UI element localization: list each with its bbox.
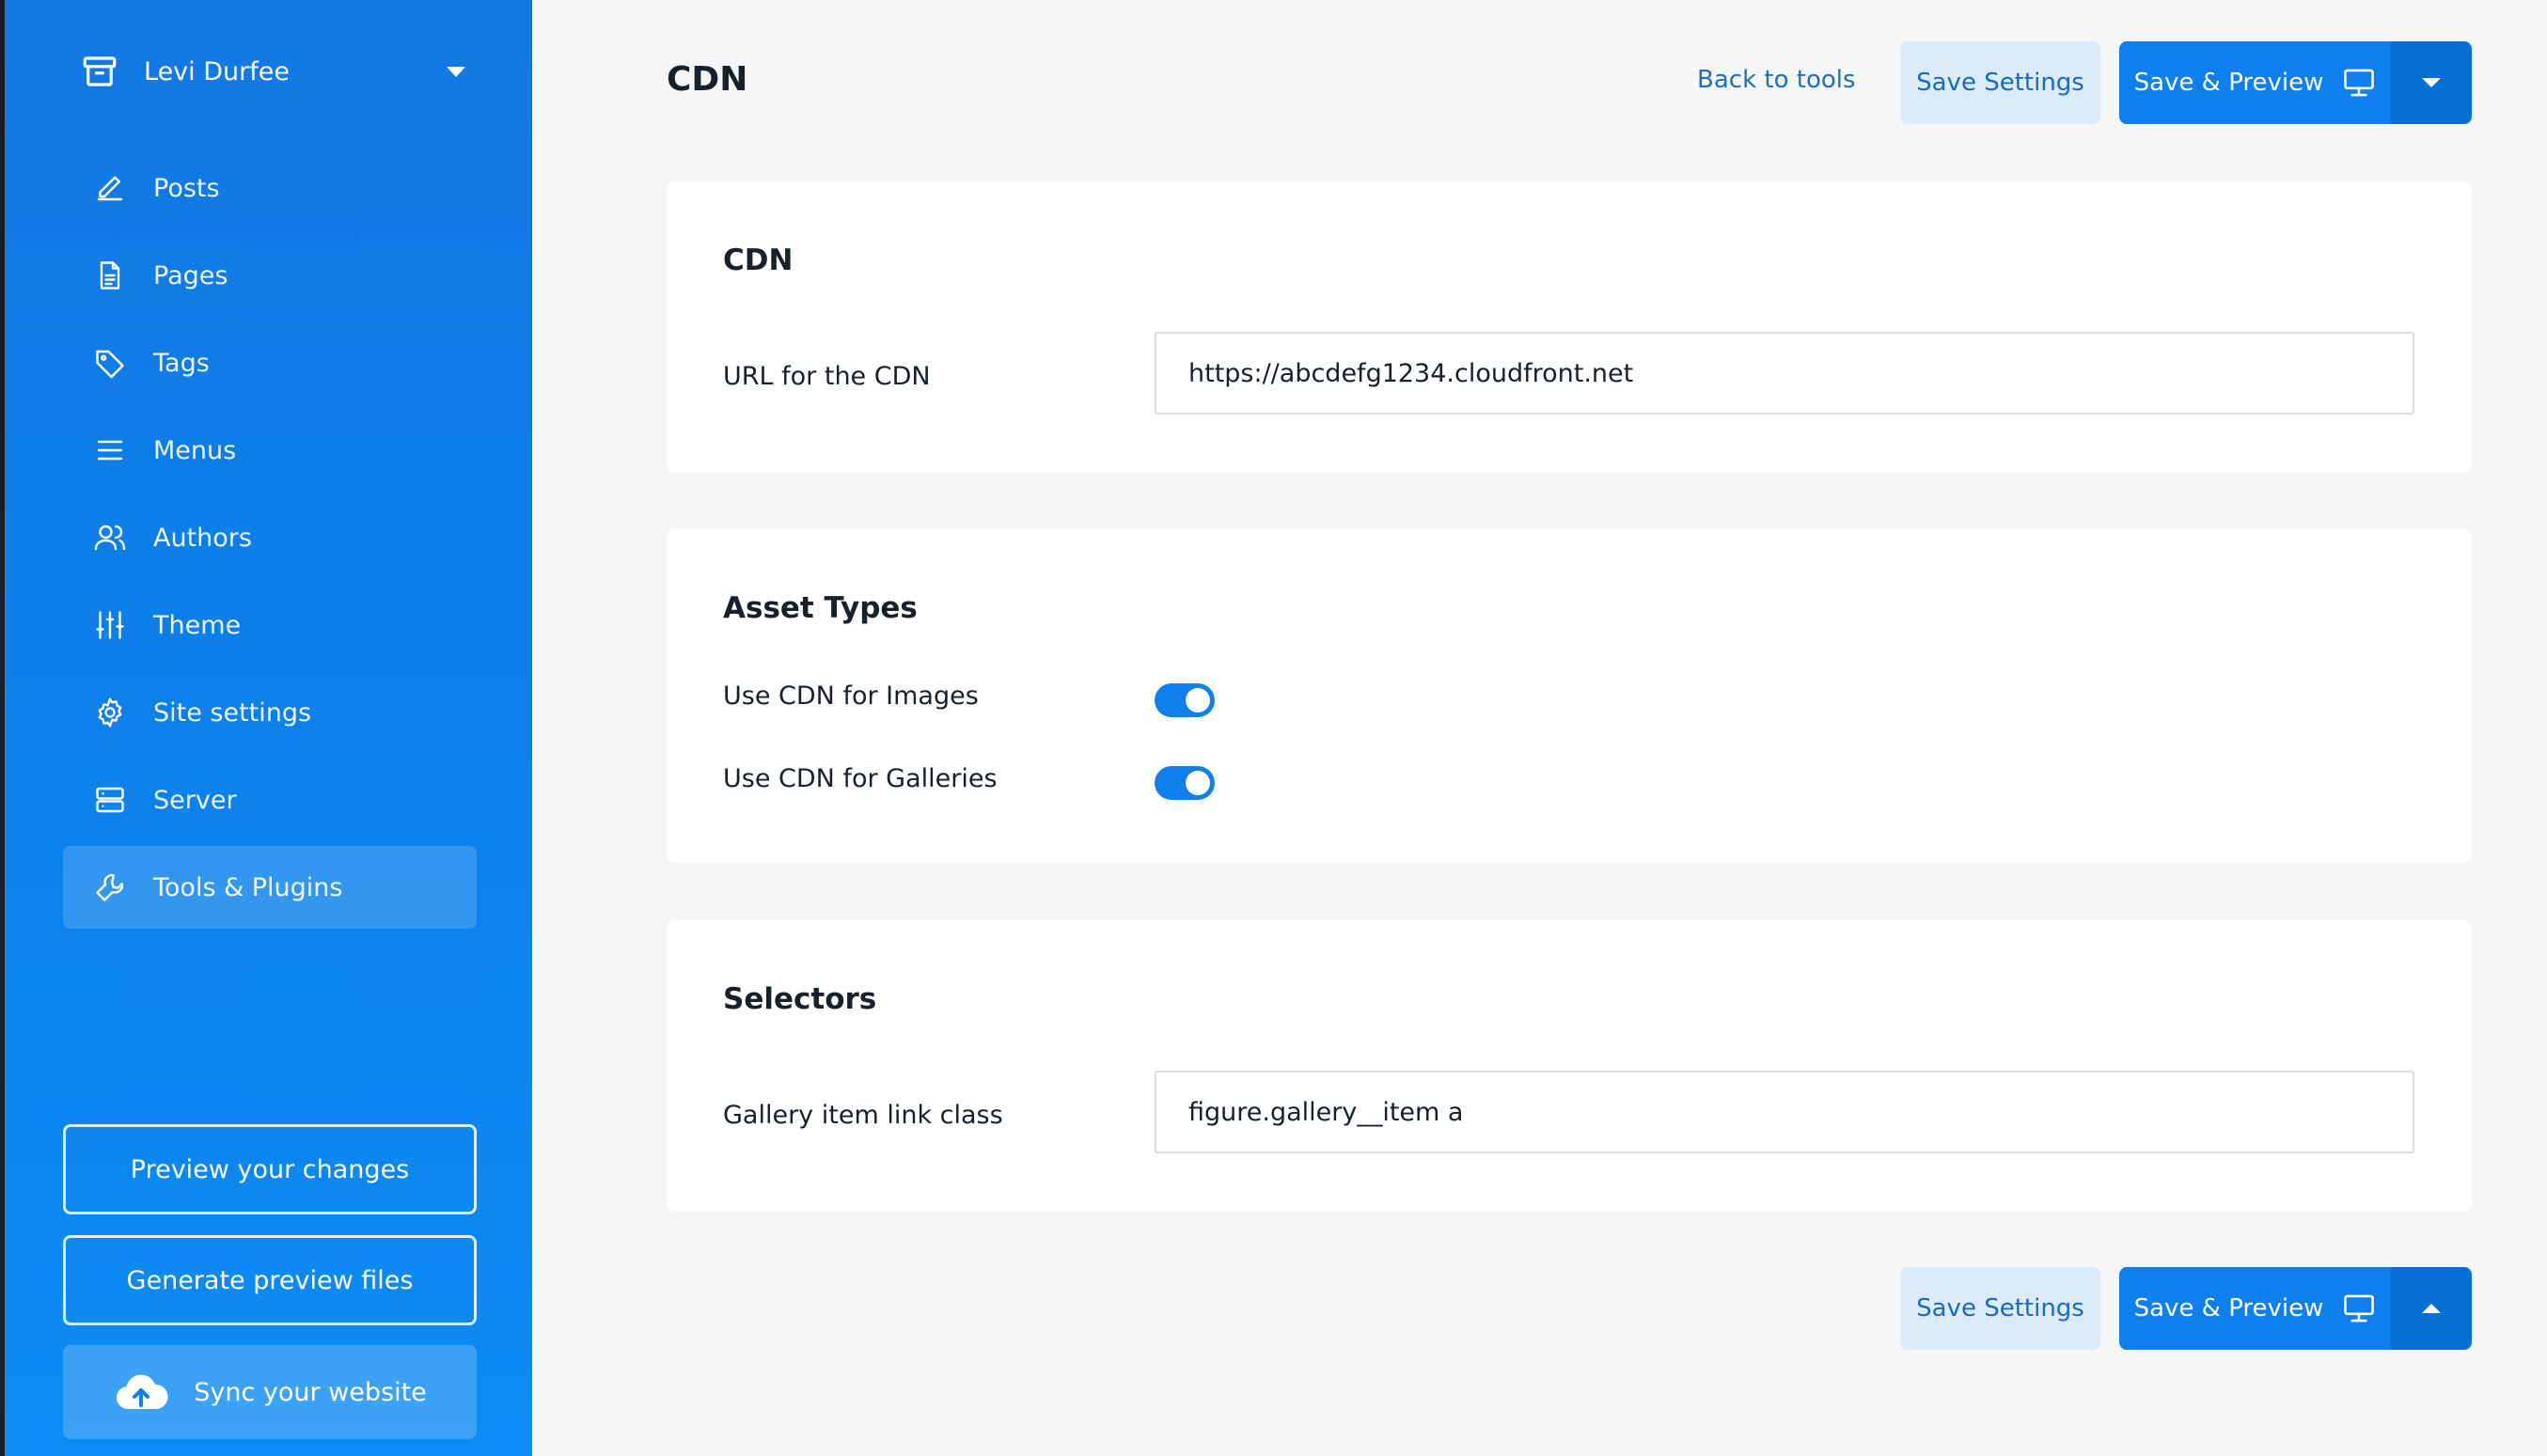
cloud-upload-icon [117, 1374, 168, 1410]
sidebar-item-label: Posts [153, 173, 220, 203]
sidebar-item-server[interactable]: Server [63, 759, 477, 841]
sidebar-item-theme[interactable]: Theme [63, 584, 477, 666]
sidebar-item-label: Pages [153, 260, 228, 290]
sidebar-nav: Posts Pages Tags Menus Authors Theme Sit… [63, 147, 477, 933]
gallery-link-class-input[interactable] [1155, 1071, 2414, 1153]
toggle-knob [1186, 771, 1210, 795]
sidebar: Levi Durfee Posts Pages Tags Menus Autho… [5, 0, 532, 1456]
cdn-url-input[interactable] [1155, 332, 2414, 415]
sidebar-item-tags[interactable]: Tags [63, 321, 477, 404]
save-settings-button[interactable]: Save Settings [1900, 41, 2100, 124]
toggle-knob [1186, 688, 1210, 712]
selectors-card: Selectors Gallery item link class [667, 920, 2472, 1212]
tag-icon [96, 350, 124, 379]
sidebar-item-label: Authors [153, 523, 252, 553]
cdn-url-label: URL for the CDN [723, 362, 931, 391]
footer-save-preview-dropdown-toggle[interactable] [2391, 1267, 2472, 1350]
save-preview-label: Save & Preview [2133, 69, 2324, 97]
footer-save-preview-split-button: Save & Preview [2119, 1267, 2472, 1350]
preview-changes-button[interactable]: Preview your changes [63, 1124, 477, 1214]
wrench-icon [96, 873, 124, 901]
sync-website-label: Sync your website [194, 1377, 427, 1407]
sidebar-item-label: Server [153, 785, 237, 815]
save-preview-button[interactable]: Save & Preview [2119, 41, 2391, 124]
footer-save-preview-button[interactable]: Save & Preview [2119, 1267, 2391, 1350]
chevron-down-icon [2422, 78, 2441, 87]
users-icon [94, 524, 126, 551]
sliders-icon [96, 611, 124, 639]
cdn-images-label: Use CDN for Images [723, 681, 979, 711]
save-preview-dropdown-toggle[interactable] [2391, 41, 2472, 124]
sidebar-item-label: Site settings [153, 697, 312, 728]
sidebar-item-pages[interactable]: Pages [63, 234, 477, 317]
asset-types-card-title: Asset Types [723, 591, 918, 625]
footer-save-settings-button[interactable]: Save Settings [1900, 1267, 2100, 1350]
sidebar-item-label: Theme [153, 610, 242, 640]
site-switcher[interactable]: Levi Durfee [80, 45, 467, 98]
sidebar-item-site-settings[interactable]: Site settings [63, 671, 477, 754]
cdn-card: CDN URL for the CDN [667, 181, 2472, 473]
back-to-tools-link[interactable]: Back to tools [1697, 66, 1856, 94]
cdn-galleries-label: Use CDN for Galleries [723, 764, 998, 793]
menu-icon [97, 440, 123, 461]
monitor-icon [2344, 69, 2375, 97]
asset-types-card: Asset Types Use CDN for Images Use CDN f… [667, 529, 2472, 863]
gear-icon [98, 697, 122, 728]
monitor-icon [2344, 1294, 2375, 1323]
sidebar-item-label: Menus [153, 435, 237, 465]
sync-website-button[interactable]: Sync your website [63, 1345, 477, 1439]
chevron-up-icon [2422, 1304, 2441, 1313]
pencil-icon [97, 176, 123, 201]
cdn-card-title: CDN [723, 243, 794, 277]
archive-icon [83, 56, 117, 86]
server-icon [96, 787, 124, 813]
generate-preview-files-button[interactable]: Generate preview files [63, 1235, 477, 1325]
sidebar-item-posts[interactable]: Posts [63, 147, 477, 229]
save-preview-split-button: Save & Preview [2119, 41, 2472, 124]
sidebar-item-authors[interactable]: Authors [63, 496, 477, 579]
gallery-link-class-label: Gallery item link class [723, 1101, 1003, 1130]
page-icon [100, 261, 120, 290]
sidebar-item-label: Tools & Plugins [153, 872, 343, 902]
cdn-images-toggle[interactable] [1155, 683, 1215, 717]
site-name: Levi Durfee [144, 56, 290, 86]
selectors-card-title: Selectors [723, 982, 877, 1016]
chevron-down-icon [447, 66, 465, 77]
sidebar-item-menus[interactable]: Menus [63, 409, 477, 492]
save-preview-label: Save & Preview [2133, 1294, 2324, 1323]
cdn-galleries-toggle[interactable] [1155, 766, 1215, 800]
sidebar-item-label: Tags [153, 348, 210, 378]
page-title: CDN [667, 60, 748, 99]
sidebar-item-tools-plugins[interactable]: Tools & Plugins [63, 846, 477, 929]
